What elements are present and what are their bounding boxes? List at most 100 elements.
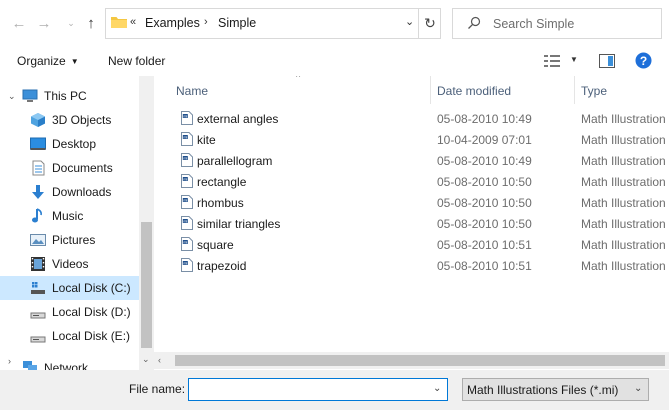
nav-vertical-scrollbar[interactable]: ⌄ bbox=[139, 76, 154, 370]
file-list: ^ Name Date modified Type mi external ang… bbox=[154, 76, 669, 370]
svg-text:mi: mi bbox=[183, 156, 187, 160]
address-dropdown-icon[interactable]: ⌄ bbox=[405, 15, 414, 28]
navigation-pane: ⌄ This PC 3D Objects Desktop Documents D… bbox=[0, 76, 154, 370]
file-type-dropdown-icon: ⌄ bbox=[634, 383, 643, 394]
column-divider[interactable] bbox=[574, 76, 575, 104]
table-row[interactable]: mi kite 10-04-2009 07:01 Math Illustration bbox=[154, 129, 669, 150]
list-horizontal-scrollbar[interactable]: ‹ bbox=[154, 352, 669, 369]
breadcrumb-simple[interactable]: Simple bbox=[218, 16, 256, 30]
nav-label-downloads: Downloads bbox=[52, 185, 112, 199]
file-type: Math Illustration bbox=[581, 154, 666, 168]
file-date-modified: 05-08-2010 10:49 bbox=[437, 154, 532, 168]
math-illustration-file-icon: mi bbox=[181, 237, 193, 251]
file-name: parallellogram bbox=[197, 154, 273, 168]
math-illustration-file-icon: mi bbox=[181, 174, 193, 188]
column-type[interactable]: Type bbox=[581, 84, 607, 98]
nav-item-documents[interactable]: Documents bbox=[0, 156, 139, 180]
view-dropdown-icon[interactable]: ▼ bbox=[570, 55, 578, 64]
music-icon bbox=[32, 208, 42, 223]
nav-item-pictures[interactable]: Pictures bbox=[0, 228, 139, 252]
nav-label-music: Music bbox=[52, 209, 84, 223]
help-icon[interactable]: ? bbox=[635, 52, 652, 69]
table-row[interactable]: mi external angles 05-08-2010 10:49 Math Il… bbox=[154, 108, 669, 129]
file-date-modified: 10-04-2009 07:01 bbox=[437, 133, 532, 147]
up-arrow-icon[interactable]: ↑ bbox=[82, 14, 100, 32]
nav-item-network[interactable]: › Network bbox=[0, 356, 139, 370]
file-name-field[interactable] bbox=[191, 381, 427, 398]
column-name[interactable]: Name bbox=[176, 84, 208, 98]
overflow-marker[interactable]: « bbox=[130, 16, 136, 28]
file-name: rhombus bbox=[197, 196, 244, 210]
file-name-combobox[interactable]: ⌄ bbox=[188, 378, 448, 401]
recent-locations-chevron-icon[interactable]: ⌄ bbox=[62, 14, 80, 32]
table-row[interactable]: mi similar triangles 05-08-2010 10:50 Math … bbox=[154, 213, 669, 234]
file-type: Math Illustration bbox=[581, 196, 666, 210]
nav-item-downloads[interactable]: Downloads bbox=[0, 180, 139, 204]
drive-icon bbox=[30, 336, 46, 343]
file-date-modified: 05-08-2010 10:50 bbox=[437, 217, 532, 231]
nav-item-desktop[interactable]: Desktop bbox=[0, 132, 139, 156]
nav-label-pictures: Pictures bbox=[52, 233, 96, 247]
file-type: Math Illustration bbox=[581, 238, 666, 252]
drive-icon bbox=[30, 312, 46, 319]
file-type: Math Illustration bbox=[581, 112, 666, 126]
breadcrumb-examples[interactable]: Examples bbox=[145, 16, 200, 30]
address-bar[interactable]: « Examples › Simple ⌄ ↻ bbox=[105, 8, 441, 39]
nav-label-local-disk-e: Local Disk (E:) bbox=[52, 329, 131, 343]
organize-dropdown-icon: ▼ bbox=[70, 57, 79, 66]
address-row: ← → ⌄ ↑ « Examples › Simple ⌄ ↻ Search S… bbox=[0, 0, 669, 47]
this-pc-icon bbox=[22, 89, 38, 102]
new-folder-button[interactable]: New folder bbox=[108, 54, 165, 68]
file-name: rectangle bbox=[197, 175, 247, 189]
nav-item-local-disk-e[interactable]: Local Disk (E:) bbox=[0, 324, 139, 348]
column-divider[interactable] bbox=[430, 76, 431, 104]
refresh-icon[interactable]: ↻ bbox=[418, 9, 441, 38]
organize-button[interactable]: Organize ▼ bbox=[17, 54, 79, 68]
nav-item-local-disk-c[interactable]: Local Disk (C:) bbox=[0, 276, 139, 300]
file-type-value: Math Illustrations Files (*.mi) bbox=[467, 383, 619, 397]
nav-scrollbar-thumb[interactable] bbox=[141, 222, 152, 348]
collapse-caret-icon[interactable]: ⌄ bbox=[8, 91, 16, 102]
nav-item-3d-objects[interactable]: 3D Objects bbox=[0, 108, 139, 132]
search-placeholder[interactable]: Search Simple bbox=[493, 17, 574, 31]
nav-item-music[interactable]: Music bbox=[0, 204, 139, 228]
back-arrow-icon[interactable]: ← bbox=[10, 14, 28, 32]
nav-label-local-disk-d: Local Disk (D:) bbox=[52, 305, 131, 319]
svg-text:mi: mi bbox=[183, 240, 187, 244]
sort-ascending-icon: ^ bbox=[296, 76, 301, 82]
file-type: Math Illustration bbox=[581, 133, 666, 147]
file-date-modified: 05-08-2010 10:51 bbox=[437, 259, 532, 273]
math-illustration-file-icon: mi bbox=[181, 111, 193, 125]
expand-caret-icon[interactable]: › bbox=[8, 356, 11, 366]
file-date-modified: 05-08-2010 10:51 bbox=[437, 238, 532, 252]
preview-pane-icon[interactable] bbox=[599, 54, 615, 68]
file-date-modified: 05-08-2010 10:49 bbox=[437, 112, 532, 126]
math-illustration-file-icon: mi bbox=[181, 132, 193, 146]
nav-label-3d-objects: 3D Objects bbox=[52, 113, 112, 127]
column-date-modified[interactable]: Date modified bbox=[437, 84, 511, 98]
file-type: Math Illustration bbox=[581, 175, 666, 189]
view-options-icon[interactable] bbox=[544, 55, 560, 67]
svg-text:mi: mi bbox=[183, 177, 187, 181]
file-name-dropdown-icon[interactable]: ⌄ bbox=[433, 383, 441, 394]
search-box[interactable]: Search Simple bbox=[452, 8, 662, 39]
math-illustration-file-icon: mi bbox=[181, 153, 193, 167]
breadcrumb-separator-icon[interactable]: › bbox=[204, 16, 208, 28]
file-name: similar triangles bbox=[197, 217, 281, 231]
forward-arrow-icon[interactable]: → bbox=[35, 14, 53, 32]
table-row[interactable]: mi trapezoid 05-08-2010 10:51 Math Illustra… bbox=[154, 255, 669, 276]
list-scrollbar-thumb[interactable] bbox=[175, 355, 665, 366]
nav-label-desktop: Desktop bbox=[52, 137, 97, 151]
file-type-select[interactable]: Math Illustrations Files (*.mi) ⌄ bbox=[462, 378, 649, 401]
nav-item-local-disk-d[interactable]: Local Disk (D:) bbox=[0, 300, 139, 324]
scroll-left-icon[interactable]: ‹ bbox=[158, 355, 161, 365]
scroll-down-icon[interactable]: ⌄ bbox=[142, 354, 150, 365]
table-row[interactable]: mi parallellogram 05-08-2010 10:49 Math Ill… bbox=[154, 150, 669, 171]
nav-item-this-pc[interactable]: ⌄ This PC bbox=[0, 84, 139, 108]
nav-item-videos[interactable]: Videos bbox=[0, 252, 139, 276]
svg-text:mi: mi bbox=[183, 198, 187, 202]
table-row[interactable]: mi rectangle 05-08-2010 10:50 Math Illustra… bbox=[154, 171, 669, 192]
file-name: external angles bbox=[197, 112, 279, 126]
table-row[interactable]: mi rhombus 05-08-2010 10:50 Math Illustrati… bbox=[154, 192, 669, 213]
table-row[interactable]: mi square 05-08-2010 10:51 Math Illustratio… bbox=[154, 234, 669, 255]
